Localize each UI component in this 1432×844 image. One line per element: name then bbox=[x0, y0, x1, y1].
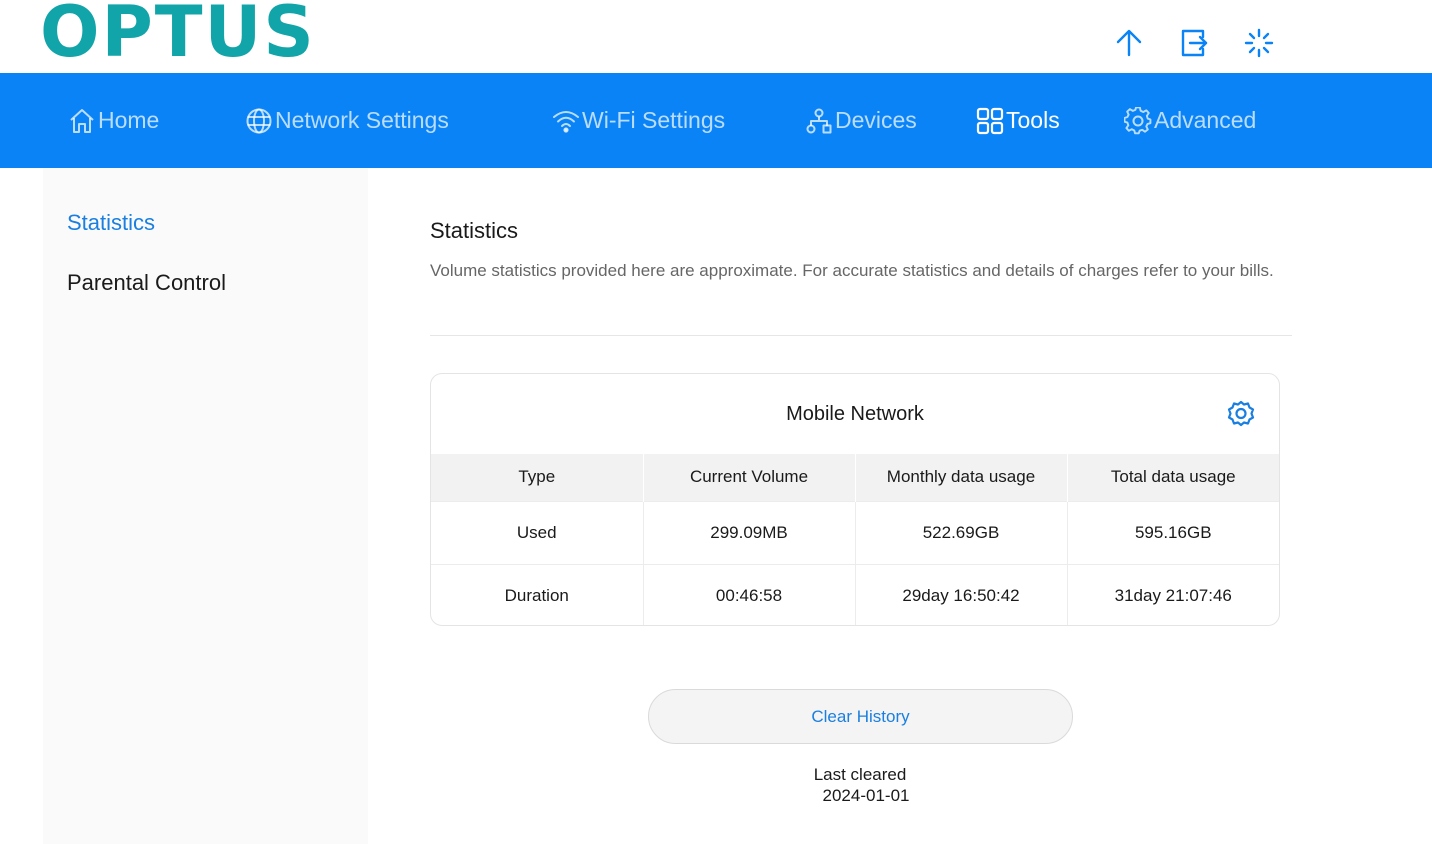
main-nav: Home Network Settings Wi-Fi Settings Dev… bbox=[0, 73, 1432, 168]
table-row: Used 299.09MB 522.69GB 595.16GB bbox=[431, 500, 1279, 564]
nav-item-tools[interactable]: Tools bbox=[976, 73, 1060, 168]
nav-label: Wi-Fi Settings bbox=[582, 107, 726, 133]
column-header: Current Volume bbox=[643, 454, 856, 501]
sidebar-item-parental-control[interactable]: Parental Control bbox=[67, 270, 226, 296]
loading-spinner-icon bbox=[1242, 26, 1276, 60]
table-cell: 522.69GB bbox=[855, 500, 1068, 564]
nav-item-wifi-settings[interactable]: Wi-Fi Settings bbox=[552, 73, 725, 168]
card-title: Mobile Network bbox=[786, 402, 924, 425]
gear-icon bbox=[1124, 106, 1152, 134]
mobile-network-card: Mobile Network Type Current Volume Month… bbox=[430, 373, 1280, 626]
table-cell: 00:46:58 bbox=[643, 563, 856, 625]
last-cleared-info: Last cleared 2024-01-01 bbox=[780, 764, 940, 806]
logout-icon[interactable] bbox=[1177, 26, 1211, 60]
nav-item-devices[interactable]: Devices bbox=[805, 73, 917, 168]
page-description: Volume statistics provided here are appr… bbox=[430, 261, 1274, 280]
clear-history-button[interactable]: Clear History bbox=[648, 689, 1073, 744]
sidebar: Statistics Parental Control bbox=[43, 168, 368, 844]
table-cell: 595.16GB bbox=[1067, 500, 1279, 564]
header: OPTUS bbox=[0, 0, 1432, 73]
globe-icon bbox=[246, 108, 272, 133]
table-header-row: Type Current Volume Monthly data usage T… bbox=[431, 454, 1279, 501]
column-header: Type bbox=[431, 454, 644, 501]
nav-item-advanced[interactable]: Advanced bbox=[1124, 73, 1256, 168]
table-cell: 299.09MB bbox=[643, 500, 856, 564]
table-row: Duration 00:46:58 29day 16:50:42 31day 2… bbox=[431, 563, 1279, 625]
column-header: Total data usage bbox=[1067, 454, 1279, 501]
nav-label: Home bbox=[98, 107, 160, 133]
wifi-icon bbox=[553, 110, 579, 133]
last-cleared-label: Last cleared bbox=[813, 765, 907, 784]
table-cell: Used bbox=[431, 500, 644, 564]
statistics-table: Type Current Volume Monthly data usage T… bbox=[431, 454, 1279, 625]
settings-gear-icon[interactable] bbox=[1227, 400, 1255, 428]
home-icon bbox=[70, 108, 94, 133]
nav-item-network-settings[interactable]: Network Settings bbox=[245, 73, 449, 168]
page-title: Statistics bbox=[430, 218, 519, 243]
nav-item-home[interactable]: Home bbox=[68, 73, 159, 168]
nav-label: Devices bbox=[835, 107, 917, 133]
nav-label: Advanced bbox=[1154, 107, 1257, 133]
table-cell: 29day 16:50:42 bbox=[855, 563, 1068, 625]
nav-label: Tools bbox=[1006, 107, 1060, 133]
sidebar-item-statistics[interactable]: Statistics bbox=[67, 210, 155, 236]
divider bbox=[430, 335, 1292, 336]
table-cell: 31day 21:07:46 bbox=[1067, 563, 1279, 625]
column-header: Monthly data usage bbox=[855, 454, 1068, 501]
tools-grid-icon bbox=[976, 107, 1004, 134]
devices-icon bbox=[806, 108, 832, 133]
table-cell: Duration bbox=[431, 563, 644, 625]
optus-logo[interactable]: OPTUS bbox=[40, 0, 316, 70]
last-cleared-date: 2024-01-01 bbox=[822, 786, 910, 805]
upload-icon[interactable] bbox=[1112, 26, 1146, 60]
nav-label: Network Settings bbox=[275, 107, 449, 133]
